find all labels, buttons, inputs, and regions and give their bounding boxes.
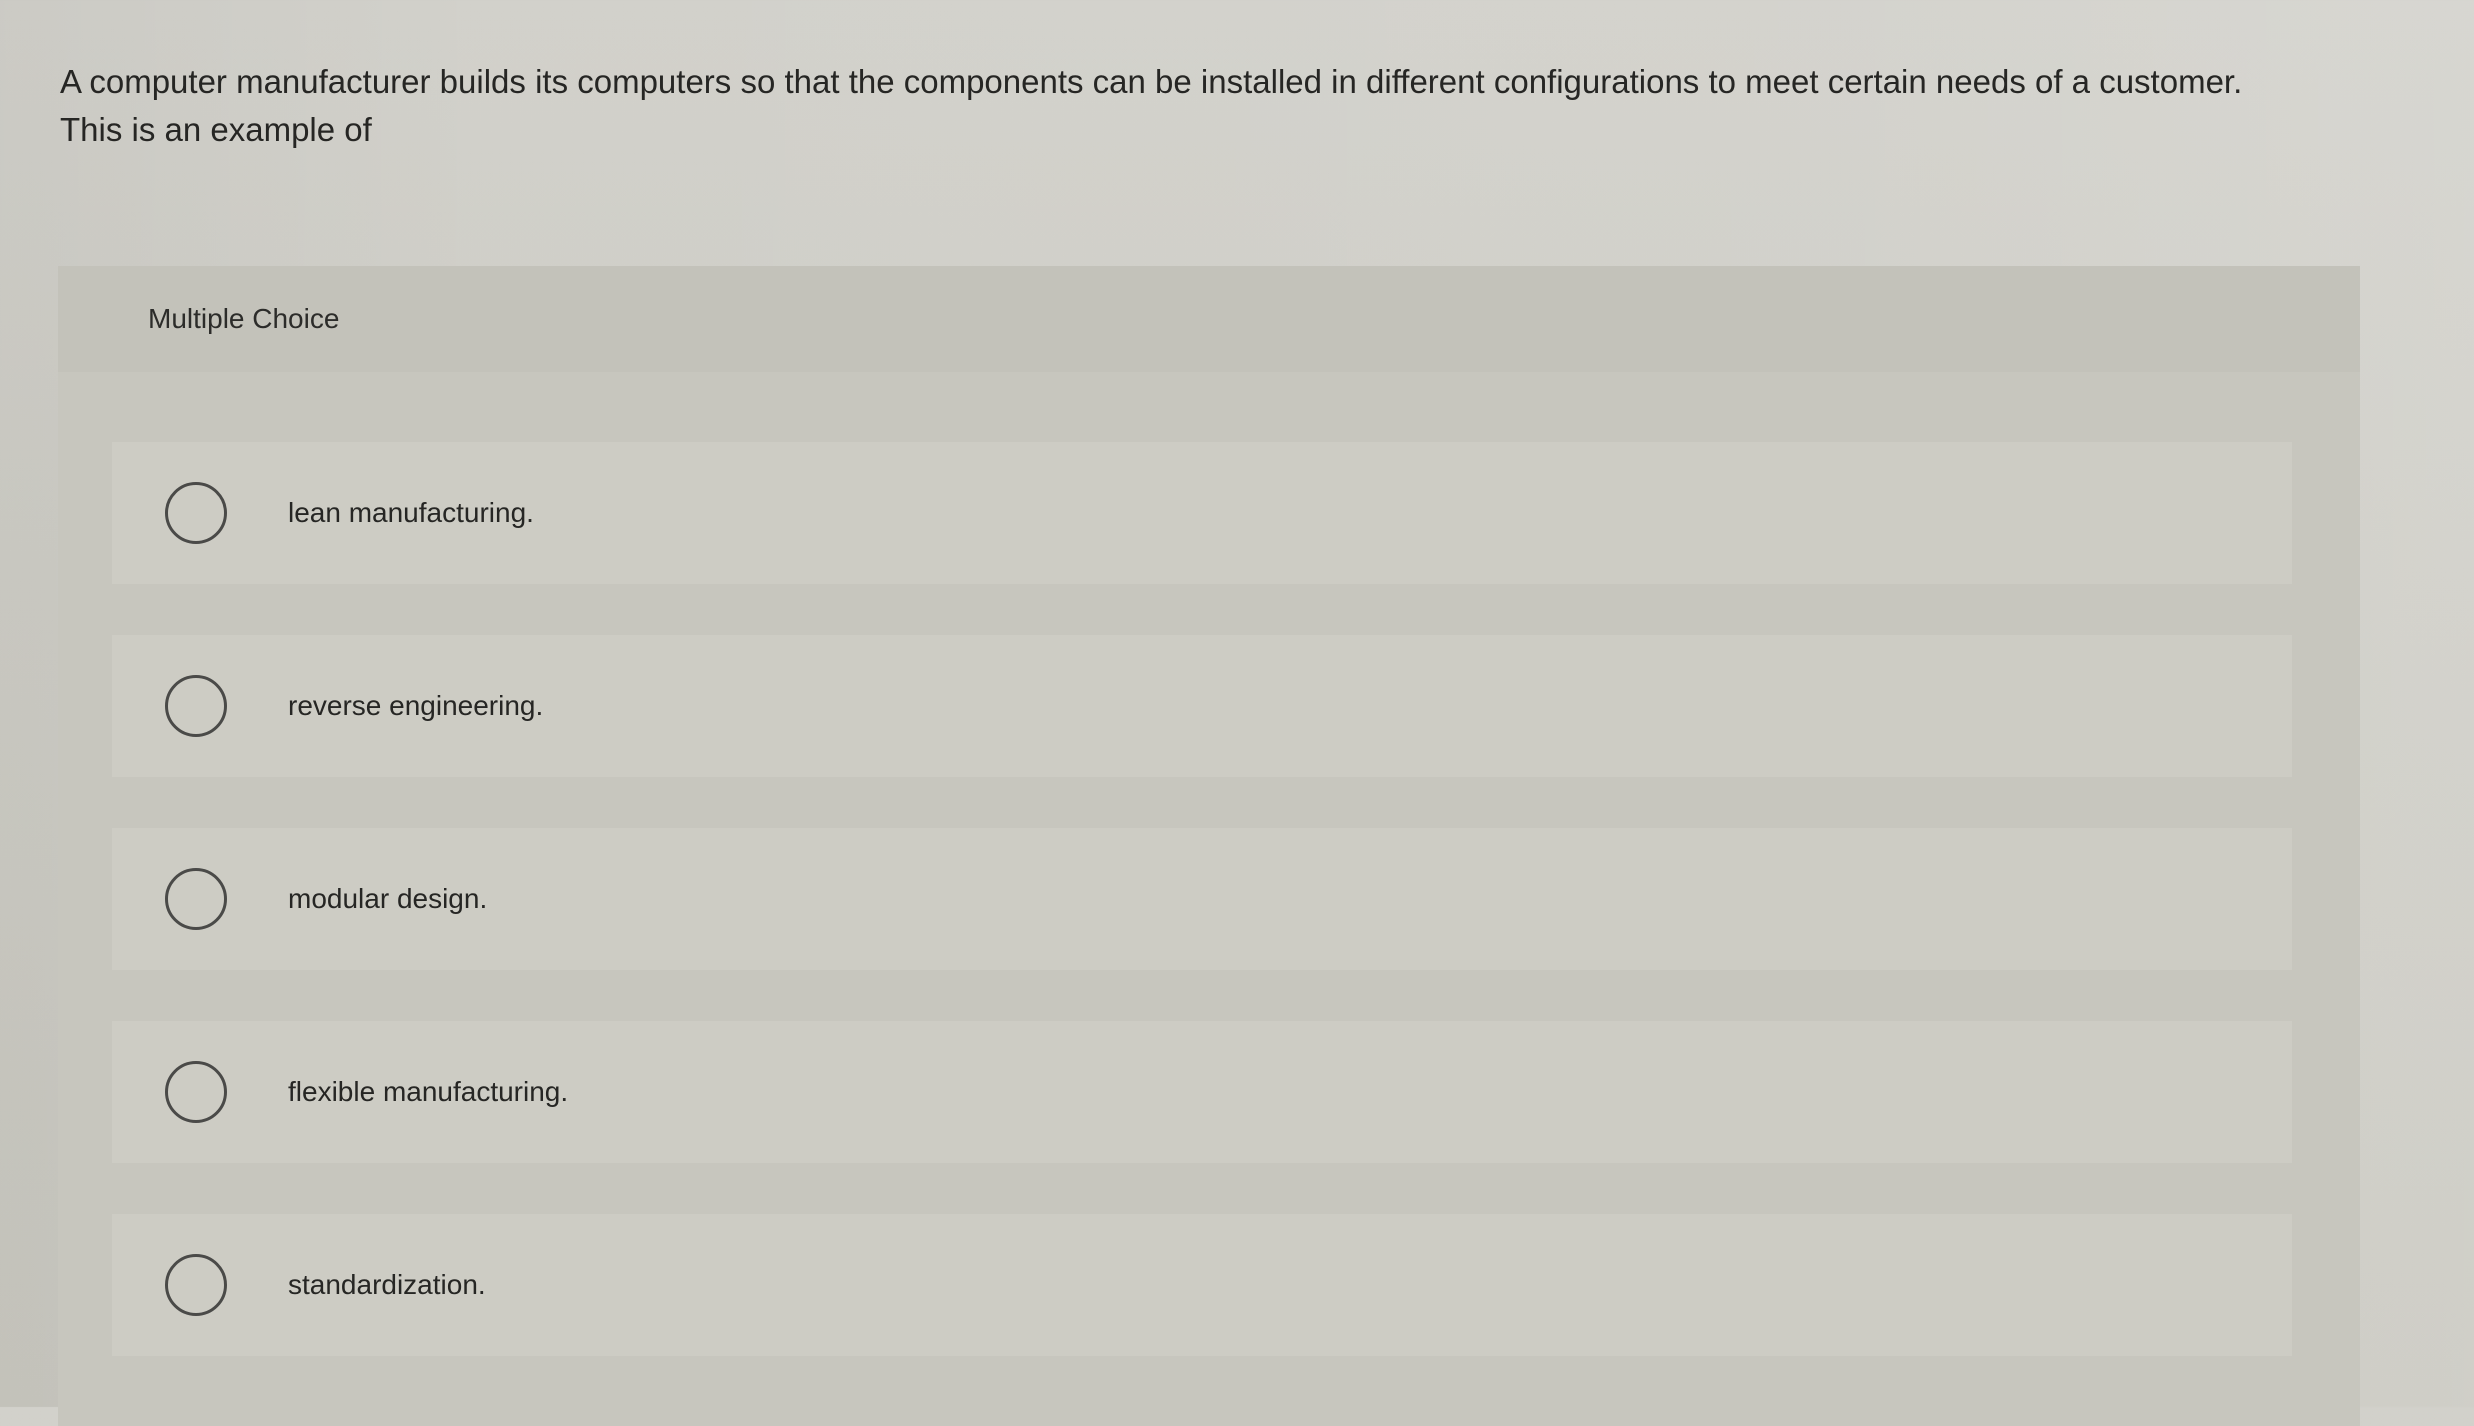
choice-option-standardization[interactable]: standardization. xyxy=(112,1214,2292,1356)
choice-label: modular design. xyxy=(288,883,488,914)
multiple-choice-header: Multiple Choice xyxy=(58,266,2360,372)
choice-label: standardization. xyxy=(288,1269,486,1300)
choice-option-reverse-engineering[interactable]: reverse engineering. xyxy=(112,635,2292,777)
choice-option-flexible-manufacturing[interactable]: flexible manufacturing. xyxy=(112,1021,2292,1163)
choice-label: reverse engineering. xyxy=(288,690,544,721)
question-line-1: A computer manufacturer builds its compu… xyxy=(60,63,2243,100)
choice-label: flexible manufacturing. xyxy=(288,1076,569,1107)
multiple-choice-title: Multiple Choice xyxy=(148,303,340,334)
radio-button-icon[interactable] xyxy=(165,1061,227,1123)
choice-list: lean manufacturing. reverse engineering.… xyxy=(112,442,2292,1407)
multiple-choice-panel: Multiple Choice lean manufacturing. reve… xyxy=(58,266,2360,1426)
radio-button-icon[interactable] xyxy=(165,675,227,737)
radio-button-icon[interactable] xyxy=(165,868,227,930)
radio-button-icon[interactable] xyxy=(165,1254,227,1316)
question-text: A computer manufacturer builds its compu… xyxy=(60,58,2340,154)
choice-option-modular-design[interactable]: modular design. xyxy=(112,828,2292,970)
question-line-2: This is an example of xyxy=(60,111,372,148)
choice-label: lean manufacturing. xyxy=(288,497,534,528)
radio-button-icon[interactable] xyxy=(165,482,227,544)
choice-option-lean-manufacturing[interactable]: lean manufacturing. xyxy=(112,442,2292,584)
